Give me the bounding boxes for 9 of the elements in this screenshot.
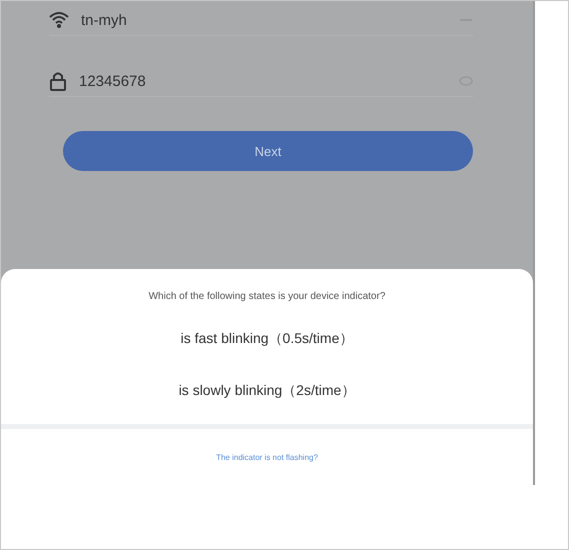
wifi-icon [49,11,69,29]
not-flashing-link[interactable]: The indicator is not flashing? [216,453,318,462]
option-item[interactable]: is fast blinking（0.5s/time） [180,324,354,354]
password-field[interactable]: 12345678 [79,72,459,90]
option-item[interactable]: is slowly blinking（2s/time） [178,376,356,406]
next-button[interactable]: Next [63,131,473,171]
wifi-name-field[interactable]: tn-myh [81,12,459,28]
lock-icon [49,71,67,91]
dialog-question: Which of the following states is your device indicator? [148,291,386,302]
